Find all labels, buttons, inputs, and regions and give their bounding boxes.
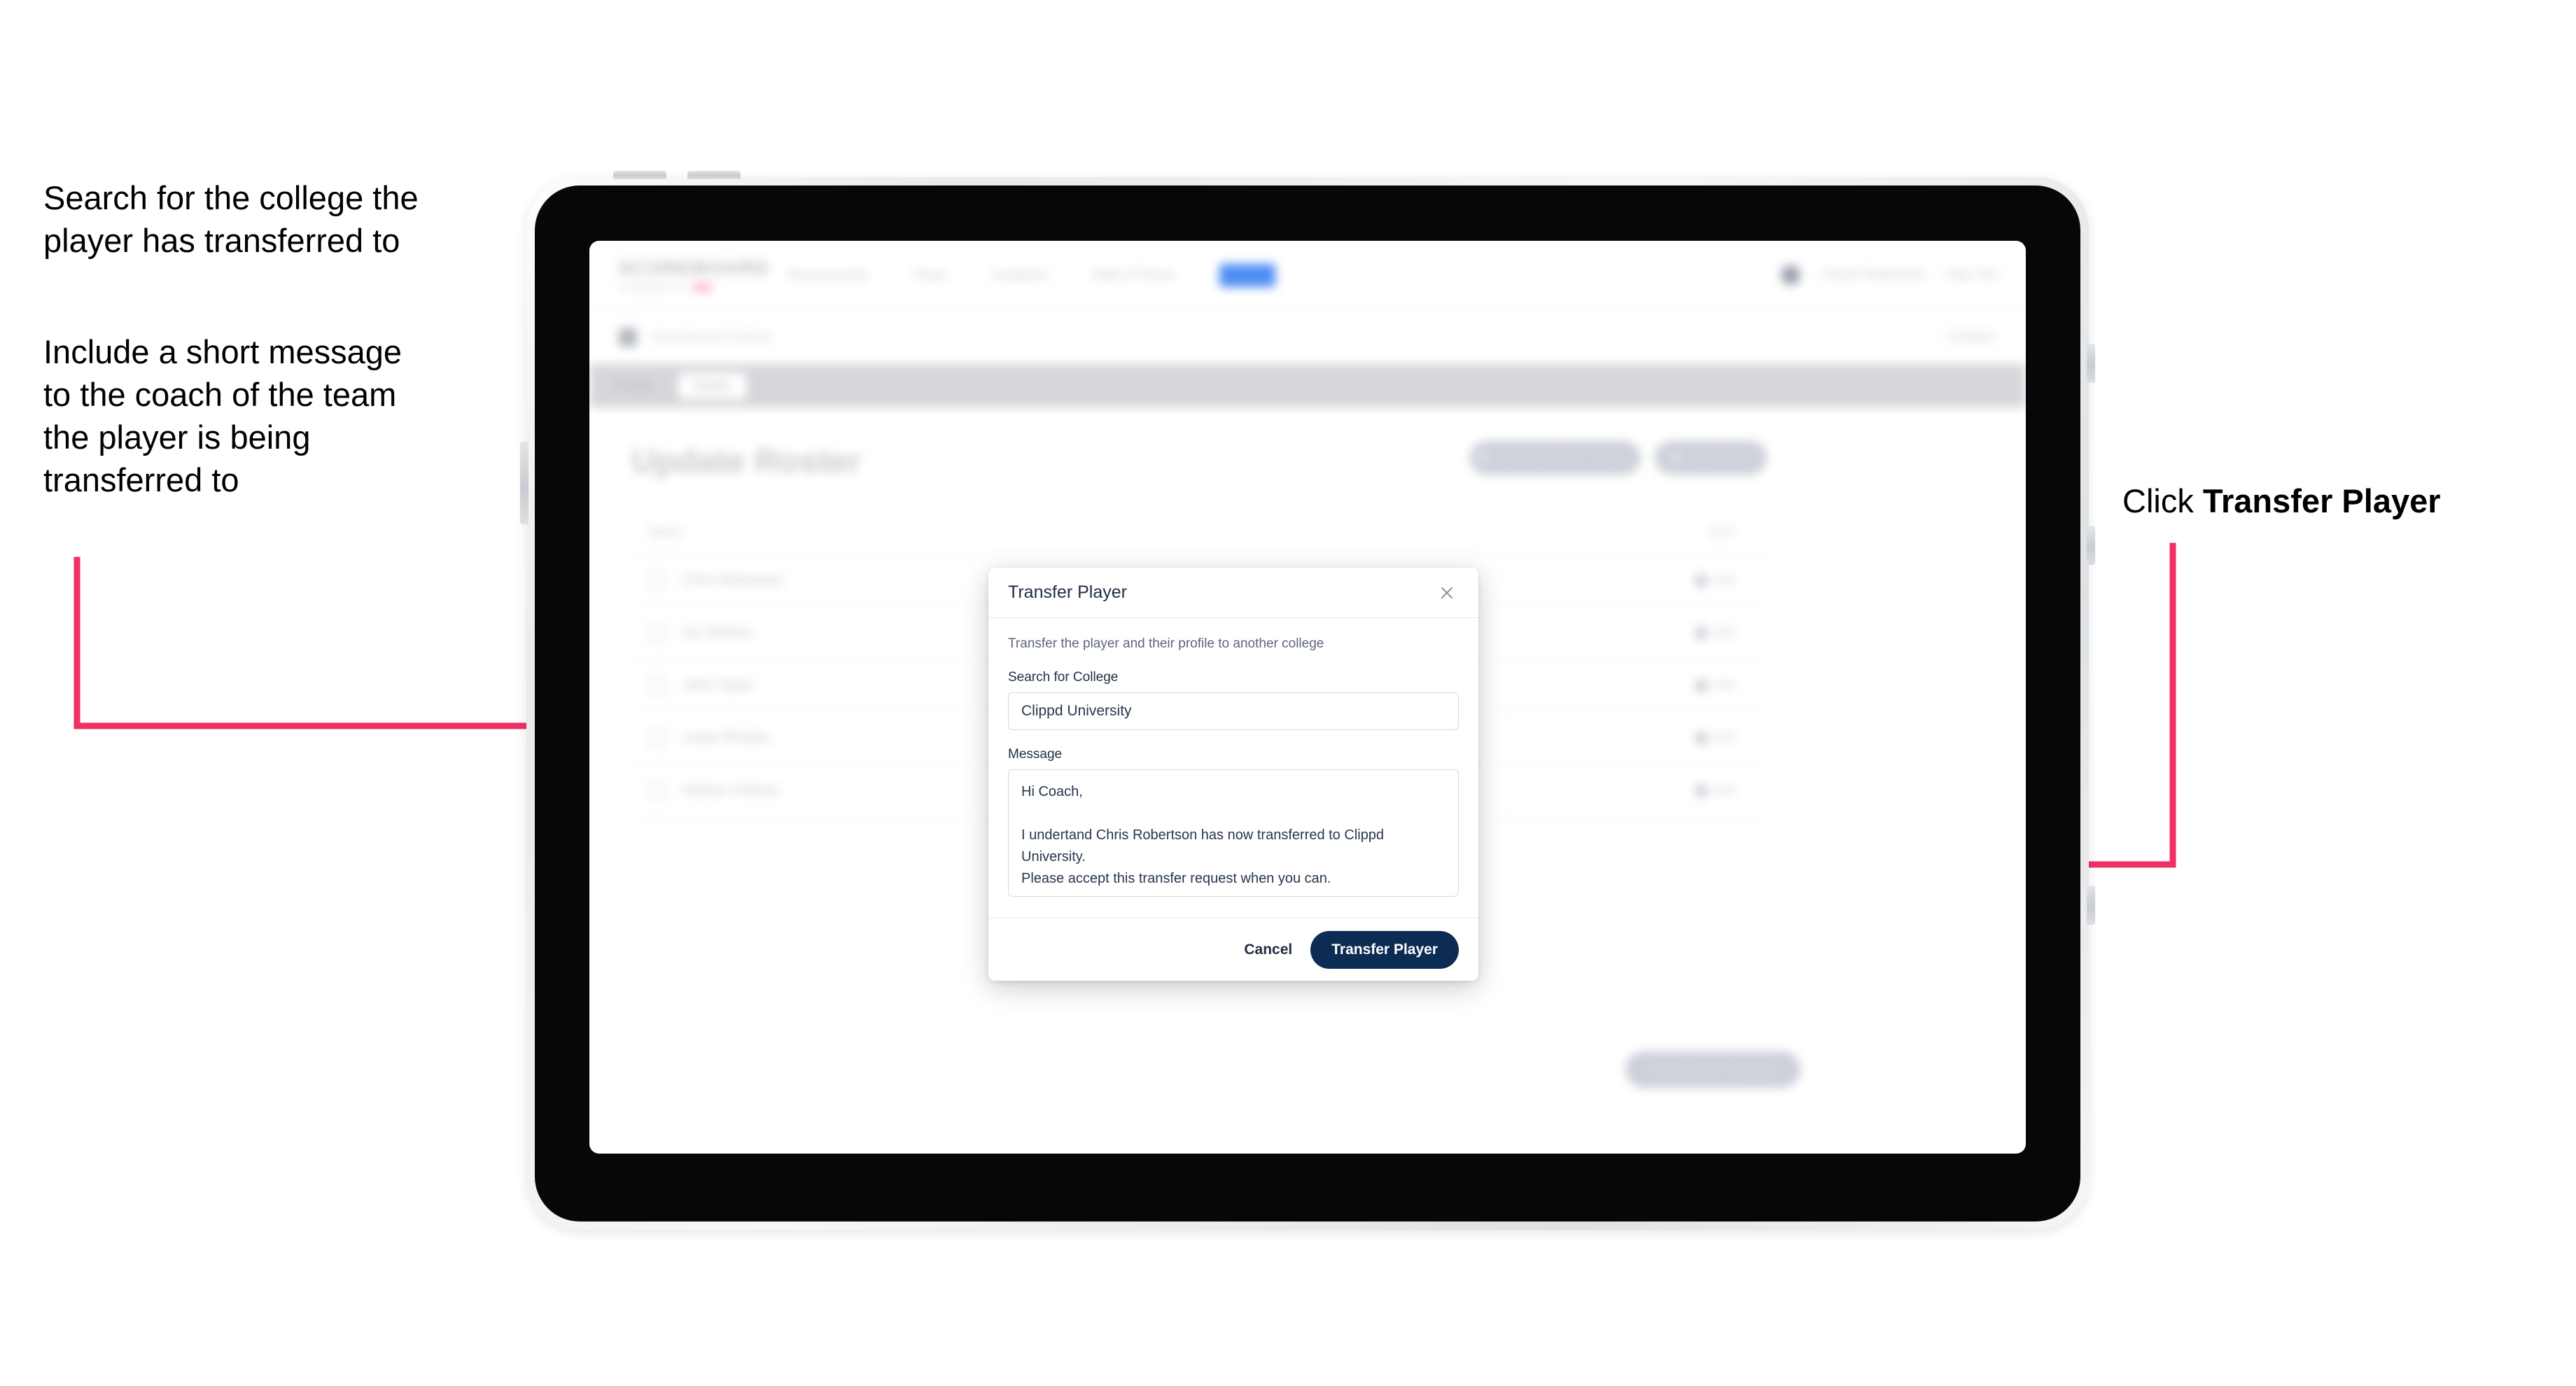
dialog-header: Transfer Player [988, 568, 1478, 618]
device-port-mid [2087, 526, 2095, 565]
modal-layer: Transfer Player Transfer the player and … [589, 241, 2026, 1154]
annotation-click-transfer-player: Click Transfer Player [2122, 479, 2556, 522]
transfer-player-dialog: Transfer Player Transfer the player and … [988, 568, 1478, 981]
tablet-bezel: SCOREBOARD POWERED BY Tournaments Team A… [535, 186, 2080, 1222]
device-port-top [2087, 344, 2095, 383]
dialog-footer: Cancel Transfer Player [988, 918, 1478, 981]
search-college-input[interactable]: Clippd University [1008, 692, 1459, 730]
tablet-device: SCOREBOARD POWERED BY Tournaments Team A… [520, 171, 2095, 1230]
volume-down-button[interactable] [687, 171, 741, 179]
tablet-screen: SCOREBOARD POWERED BY Tournaments Team A… [589, 241, 2026, 1154]
annotation-click-bold: Transfer Player [2202, 482, 2441, 519]
device-port-bottom [2087, 886, 2095, 925]
close-icon[interactable] [1435, 581, 1459, 605]
message-textarea[interactable]: Hi Coach, I undertand Chris Robertson ha… [1008, 769, 1459, 897]
volume-up-button[interactable] [613, 171, 666, 179]
transfer-player-button[interactable]: Transfer Player [1310, 930, 1459, 969]
dialog-body: Transfer the player and their profile to… [988, 618, 1478, 918]
dialog-description: Transfer the player and their profile to… [1008, 636, 1324, 651]
message-label: Message [1008, 747, 1063, 762]
screenshot-root: Search for the college the player has tr… [0, 0, 2576, 1386]
power-button[interactable] [520, 442, 528, 524]
annotation-search-college: Search for the college the player has tr… [43, 179, 419, 260]
annotation-click-prefix: Click [2122, 482, 2203, 519]
search-college-label: Search for College [1008, 670, 1119, 685]
annotation-include-message: Include a short message to the coach of … [43, 333, 402, 499]
dialog-title: Transfer Player [1008, 582, 1127, 602]
cancel-button[interactable]: Cancel [1244, 941, 1292, 958]
